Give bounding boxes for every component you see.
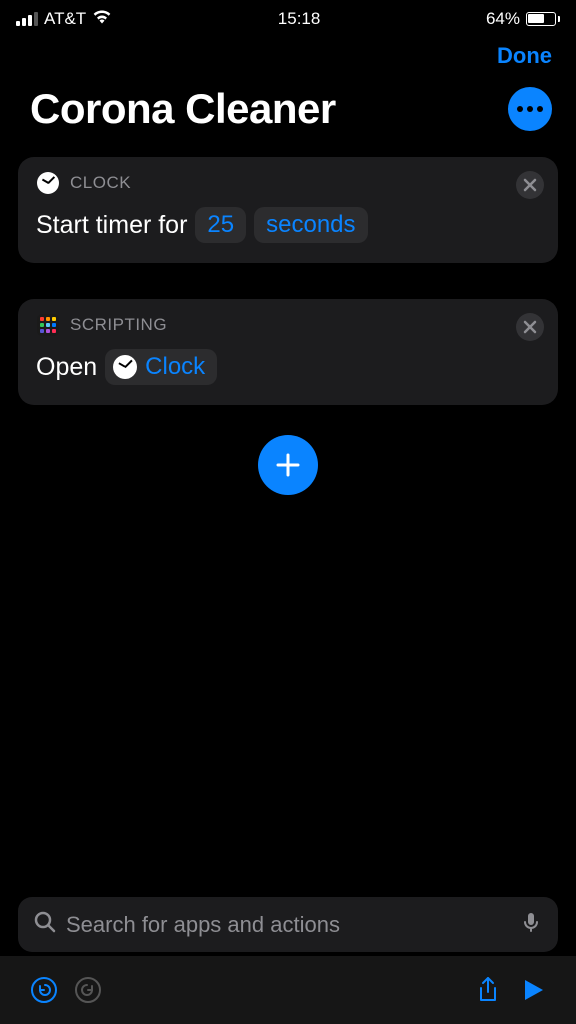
status-time: 15:18	[278, 9, 321, 29]
battery-icon	[526, 12, 560, 26]
signal-icon	[16, 12, 38, 26]
more-icon	[517, 106, 543, 112]
nav-bar: Done	[0, 33, 576, 73]
battery-percent: 64%	[486, 9, 520, 29]
bottom-toolbar	[0, 956, 576, 1024]
clock-app-icon	[113, 355, 137, 379]
action-card-open-app[interactable]: SCRIPTING Open Clock	[18, 299, 558, 405]
undo-button[interactable]	[22, 968, 66, 1012]
app-name-label: Clock	[145, 353, 205, 381]
status-right: 64%	[486, 9, 560, 29]
scripting-icon	[36, 313, 60, 337]
add-action-button[interactable]	[258, 435, 318, 495]
action-text: Open	[36, 353, 97, 382]
share-button[interactable]	[466, 968, 510, 1012]
redo-button	[66, 968, 110, 1012]
carrier-label: AT&T	[44, 9, 86, 29]
action-category-label: CLOCK	[70, 173, 131, 193]
action-text: Start timer for	[36, 211, 187, 240]
action-card-timer[interactable]: CLOCK Start timer for 25 seconds	[18, 157, 558, 263]
run-button[interactable]	[510, 968, 554, 1012]
status-bar: AT&T 15:18 64%	[0, 0, 576, 33]
mic-icon[interactable]	[520, 911, 542, 938]
timer-unit-param[interactable]: seconds	[254, 207, 367, 243]
remove-action-button[interactable]	[516, 313, 544, 341]
page-title: Corona Cleaner	[30, 85, 336, 133]
search-input[interactable]	[66, 912, 510, 938]
remove-action-button[interactable]	[516, 171, 544, 199]
wifi-icon	[92, 8, 112, 29]
header: Corona Cleaner	[0, 73, 576, 157]
done-button[interactable]: Done	[497, 43, 552, 69]
actions-list: CLOCK Start timer for 25 seconds SCRIPTI…	[0, 157, 576, 405]
status-left: AT&T	[16, 8, 112, 29]
app-param[interactable]: Clock	[105, 349, 217, 385]
timer-value-param[interactable]: 25	[195, 207, 246, 243]
search-bar[interactable]	[18, 897, 558, 952]
search-icon	[34, 911, 56, 938]
more-button[interactable]	[508, 87, 552, 131]
clock-icon	[36, 171, 60, 195]
action-category-label: SCRIPTING	[70, 315, 167, 335]
